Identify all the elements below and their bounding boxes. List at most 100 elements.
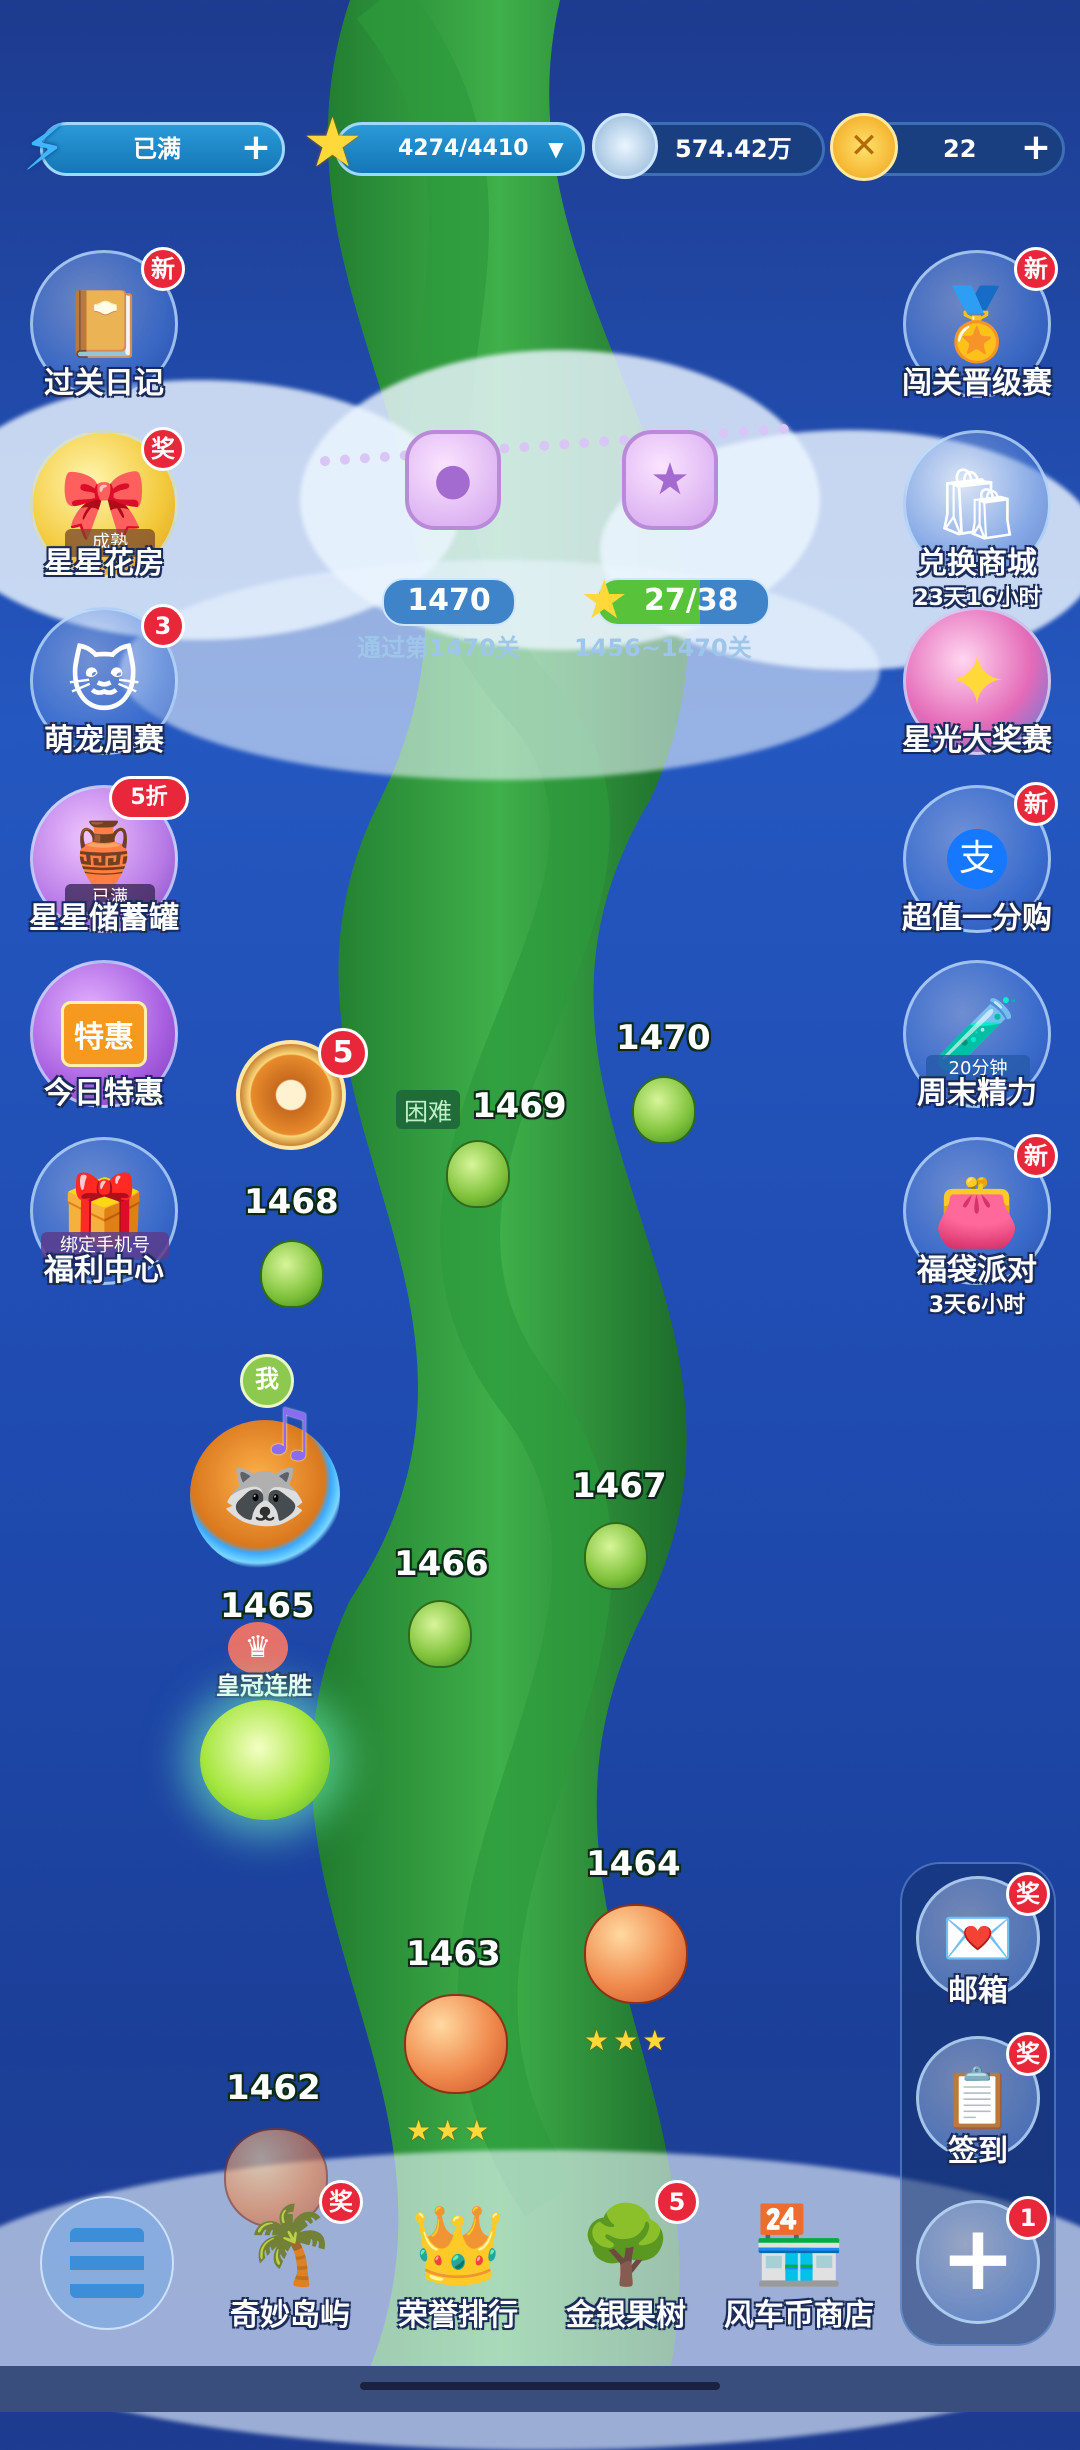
lightning-icon: ⚡ bbox=[22, 112, 67, 186]
mail-badge: 奖 bbox=[1006, 1872, 1050, 1916]
weekend-energy-label: 周末精力 bbox=[917, 1076, 1037, 1111]
level-1468-number: 1468 bbox=[244, 1182, 339, 1222]
stars-value: 4274/4410 bbox=[398, 136, 529, 161]
expand-badge: 1 bbox=[1006, 2196, 1050, 2240]
wheel-badge: 5 bbox=[318, 1028, 368, 1078]
level-1466-node[interactable] bbox=[408, 1600, 472, 1668]
left-menu-daily-deal[interactable]: 特惠 今日特惠 bbox=[24, 960, 184, 1112]
right-menu-weekend-energy[interactable]: 🧪 20分钟 周末精力 bbox=[897, 960, 1057, 1112]
dock-ranking-label: 荣誉排行 bbox=[398, 2298, 518, 2333]
level-1463-stars: ★★★ bbox=[406, 2114, 494, 2147]
dock-store[interactable]: 🏪 风车币商店 bbox=[719, 2190, 879, 2334]
dock-store-label: 风车币商店 bbox=[724, 2298, 874, 2333]
plus-icon: + bbox=[940, 2206, 1016, 2311]
expand-button[interactable]: + 1 bbox=[912, 2196, 1050, 2324]
trophy-badge-icon: 🏅 bbox=[933, 282, 1021, 365]
stars-bar[interactable]: 4274/4410 ▼ bbox=[335, 122, 585, 176]
level-1464-node[interactable] bbox=[584, 1904, 688, 2004]
checkin-icon: 📋 bbox=[941, 2064, 1015, 2132]
alipay-gift-icon: 支 bbox=[947, 829, 1007, 889]
level-1464-stars: ★★★ bbox=[584, 2024, 672, 2057]
gate-stars-value: 27/38 bbox=[644, 583, 739, 618]
right-menu-lucky-bag[interactable]: 👛 新 福袋派对 3天6小时 bbox=[897, 1134, 1058, 1319]
lock-icon: ● bbox=[405, 430, 501, 530]
level-1469-number: 1469 bbox=[472, 1086, 567, 1126]
diary-label: 过关日记 bbox=[44, 366, 164, 401]
crown-streak-label: 皇冠连胜 bbox=[216, 1672, 312, 1700]
level-1468-node[interactable] bbox=[260, 1240, 324, 1308]
star-icon: ★ bbox=[302, 104, 363, 183]
checkin-badge: 奖 bbox=[1006, 2032, 1050, 2076]
checkin-label: 签到 bbox=[948, 2134, 1008, 2169]
left-menu-welfare[interactable]: 🎁 绑定手机号 福利中心 bbox=[24, 1137, 184, 1289]
gate-stars-range: 1456~1470关 bbox=[574, 634, 752, 662]
right-menu-penny-deal[interactable]: 支 新 超值一分购 bbox=[897, 782, 1058, 937]
chevron-down-icon[interactable]: ▼ bbox=[540, 133, 572, 165]
lock-star-icon: ★ bbox=[622, 430, 718, 530]
cat-icon: 🐱 bbox=[67, 640, 141, 722]
lucky-bag-icon: 👛 bbox=[933, 1169, 1021, 1252]
level-1467-number: 1467 bbox=[572, 1466, 667, 1506]
lucky-bag-timer: 3天6小时 bbox=[928, 1293, 1026, 1318]
flower-house-label: 星星花房 bbox=[44, 546, 164, 581]
shop-stall-icon: 特惠 bbox=[61, 1001, 147, 1067]
badge-new: 新 bbox=[1014, 782, 1058, 826]
gold-plus-icon[interactable]: + bbox=[1020, 130, 1052, 166]
mail-label: 邮箱 bbox=[948, 1974, 1008, 2009]
music-note-icon: ♫ bbox=[260, 1396, 318, 1470]
starlight-label: 星光大奖赛 bbox=[902, 723, 1052, 758]
level-1465-node[interactable] bbox=[200, 1700, 330, 1820]
menu-button[interactable] bbox=[40, 2196, 174, 2330]
gold-coin-icon: ✕ bbox=[830, 113, 898, 181]
dock-island-badge: 奖 bbox=[319, 2180, 363, 2224]
badge-reward: 奖 bbox=[141, 427, 185, 471]
star-podium-icon: ✦ bbox=[947, 640, 1007, 722]
right-menu-promotion[interactable]: 🏅 新 闯关晋级赛 bbox=[897, 247, 1058, 402]
level-1462-number: 1462 bbox=[226, 2068, 321, 2108]
pet-weekly-label: 萌宠周赛 bbox=[44, 723, 164, 758]
dock-island[interactable]: 🌴 奖 奇妙岛屿 bbox=[215, 2180, 365, 2334]
lucky-bag-label: 福袋派对 bbox=[917, 1253, 1037, 1288]
mail-button[interactable]: 💌 邮箱 奖 bbox=[912, 1872, 1050, 2010]
right-menu-exchange[interactable]: 🛍 兑换商城 23天16小时 bbox=[897, 430, 1057, 612]
level-1469-node[interactable] bbox=[446, 1140, 510, 1208]
level-1467-node[interactable] bbox=[584, 1522, 648, 1590]
level-1470-number: 1470 bbox=[616, 1018, 711, 1058]
diary-icon: 📔 bbox=[64, 287, 144, 362]
energy-plus-icon[interactable]: + bbox=[240, 130, 272, 166]
badge-discount: 5折 bbox=[109, 776, 189, 820]
exchange-label: 兑换商城 bbox=[917, 546, 1037, 581]
level-1464-number: 1464 bbox=[586, 1844, 681, 1884]
gate-stars-progress: ★ 27/38 bbox=[580, 568, 770, 631]
silver-coin-icon bbox=[592, 113, 658, 179]
dock-fruit-tree[interactable]: 🌳 5 金银果树 bbox=[551, 2180, 701, 2334]
dock-fruit-tree-label: 金银果树 bbox=[566, 2298, 686, 2333]
left-menu-flower-house[interactable]: 🎀 成熟 奖 星星花房 bbox=[24, 427, 185, 582]
level-1465-number: 1465 bbox=[220, 1586, 315, 1626]
exchange-shop-icon: 🛍 bbox=[932, 462, 1022, 545]
level-1470-node[interactable] bbox=[632, 1076, 696, 1144]
mail-icon: 💌 bbox=[941, 1904, 1015, 1972]
dock-island-label: 奇妙岛屿 bbox=[230, 2298, 350, 2333]
gold-value: 22 bbox=[943, 135, 977, 163]
right-menu-starlight[interactable]: ✦ 星光大奖赛 bbox=[897, 607, 1057, 759]
left-menu-pet-weekly[interactable]: 🐱 3 萌宠周赛 bbox=[24, 604, 185, 759]
promotion-label: 闯关晋级赛 bbox=[902, 366, 1052, 401]
home-indicator[interactable] bbox=[360, 2382, 720, 2390]
store-icon: 🏪 bbox=[751, 2200, 847, 2289]
gate-pass-level: 1470 bbox=[382, 578, 516, 626]
right-panel: 💌 邮箱 奖 📋 签到 奖 + 1 bbox=[900, 1862, 1056, 2346]
piggy-bank-label: 星星储蓄罐 bbox=[29, 901, 179, 936]
penny-deal-label: 超值一分购 bbox=[902, 901, 1052, 936]
dock-ranking[interactable]: 👑 荣誉排行 bbox=[383, 2190, 533, 2334]
home-indicator-bar bbox=[0, 2366, 1080, 2412]
left-menu-piggy-bank[interactable]: 🏺 已满 5折 星星储蓄罐 bbox=[24, 776, 189, 937]
checkin-button[interactable]: 📋 签到 奖 bbox=[912, 2032, 1050, 2170]
dock-fruit-tree-badge: 5 bbox=[655, 2180, 699, 2224]
energy-bar[interactable]: 已满 + bbox=[40, 122, 285, 176]
menu-list-icon bbox=[70, 2228, 144, 2298]
left-menu-diary[interactable]: 📔 新 过关日记 bbox=[24, 247, 185, 402]
coins-value: 574.42万 bbox=[675, 135, 792, 163]
level-1463-node[interactable] bbox=[404, 1994, 508, 2094]
level-1466-number: 1466 bbox=[394, 1544, 489, 1584]
